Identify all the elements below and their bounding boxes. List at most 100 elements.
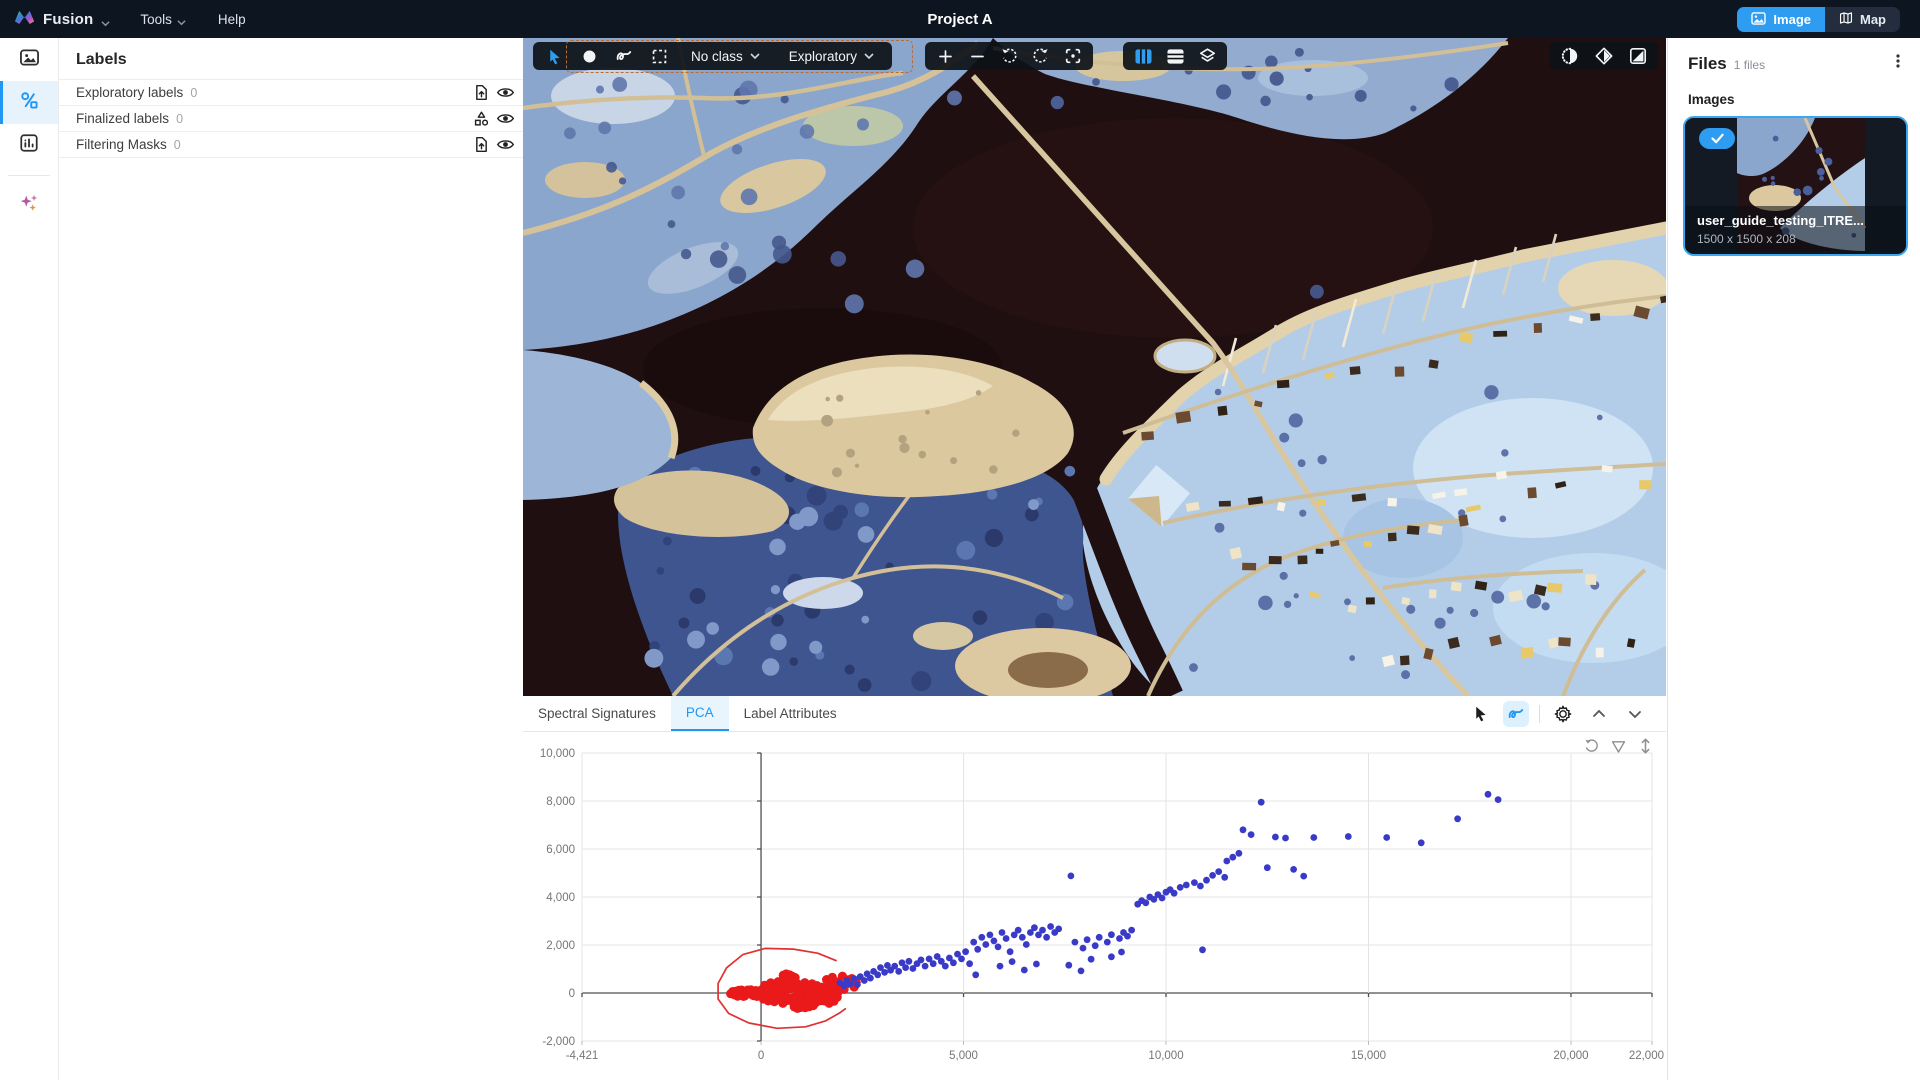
series-selected-cluster [726, 969, 861, 1013]
image-card[interactable]: user_guide_testing_ITRE... 1500 x 1500 x… [1683, 116, 1908, 256]
class-selector-label: No class [691, 49, 743, 64]
svg-text:10,000: 10,000 [1148, 1050, 1183, 1062]
svg-text:0: 0 [569, 988, 575, 1000]
tool-contrast-diamond[interactable] [1591, 43, 1617, 69]
reset-zoom-icon[interactable] [1582, 737, 1600, 755]
chart-corner-tools [1582, 737, 1654, 755]
view-toggle: Image Map [1737, 7, 1900, 32]
fusion-app: Fusion Tools Help Project A Image [0, 0, 1920, 1080]
menu-help[interactable]: Help [202, 0, 262, 38]
upload-file-icon[interactable] [471, 83, 491, 103]
app-menu[interactable]: Fusion [0, 0, 124, 38]
class-selector[interactable]: No class [681, 49, 770, 64]
upload-file-icon[interactable] [471, 135, 491, 155]
image-view-button[interactable]: Image [1737, 7, 1825, 32]
label-row-count: 0 [174, 138, 467, 152]
images-section-label: Images [1668, 74, 1920, 116]
label-row-count: 0 [176, 112, 467, 126]
tool-minus[interactable] [964, 43, 990, 69]
map-view-button[interactable]: Map [1825, 7, 1900, 32]
tool-brush-circle[interactable] [576, 43, 602, 69]
svg-text:20,000: 20,000 [1553, 1050, 1588, 1062]
tool-rotate-ccw[interactable] [996, 43, 1022, 69]
analysis-toolbar [1467, 696, 1666, 731]
v-arrows-icon[interactable] [1636, 737, 1654, 755]
series-unselected-points [837, 791, 1502, 989]
label-row[interactable]: Filtering Masks0 [59, 131, 523, 158]
label-row[interactable]: Finalized labels 0 [59, 105, 523, 131]
menu-help-label: Help [218, 12, 246, 27]
tool-cursor[interactable] [541, 43, 567, 69]
image-icon [1751, 12, 1766, 28]
label-row[interactable]: Exploratory labels0 [59, 79, 523, 105]
tool-layers[interactable] [1194, 43, 1220, 69]
tool-marquee[interactable] [646, 43, 672, 69]
svg-text:22,000: 22,000 [1629, 1050, 1664, 1062]
pca-scatter-chart[interactable]: -2,000 0 2,000 4,000 6,000 8,000 10,000 -4,421 0… [523, 731, 1666, 1080]
tool-rotate-cw[interactable] [1028, 43, 1054, 69]
view-toolbar [925, 42, 1093, 70]
eye-icon[interactable] [495, 83, 515, 103]
map-icon [1839, 11, 1853, 28]
sidebar-item-bar-chart[interactable] [0, 124, 58, 167]
eye-icon[interactable] [495, 109, 515, 129]
photo-icon [19, 48, 40, 72]
eye-icon[interactable] [495, 135, 515, 155]
selected-check-icon[interactable] [1699, 128, 1735, 149]
labels-panel: Labels Exploratory labels0Finalized labe… [59, 38, 523, 1080]
mode-selector-label: Exploratory [789, 49, 857, 64]
image-name: user_guide_testing_ITRE... [1697, 213, 1898, 228]
gear-button[interactable] [1550, 701, 1576, 727]
layout-toolbar [1123, 42, 1227, 70]
kebab-menu-icon[interactable] [1890, 53, 1908, 71]
shapes-icon[interactable] [471, 109, 491, 129]
menu-tools-label: Tools [140, 12, 172, 27]
topbar: Fusion Tools Help Project A Image [0, 0, 1920, 38]
annotation-toolbar: No class Exploratory [533, 42, 892, 70]
chevron-down-icon [177, 15, 186, 24]
svg-text:6,000: 6,000 [546, 844, 575, 856]
tool-focus-center[interactable] [1060, 43, 1086, 69]
tool-halftone[interactable] [1557, 43, 1583, 69]
files-panel: Files 1 files Images user_guide_testing_… [1667, 38, 1920, 1080]
menu-tools[interactable]: Tools [124, 0, 202, 38]
map-view-label: Map [1860, 12, 1886, 27]
labels-panel-title: Labels [59, 38, 523, 79]
satellite-image [523, 38, 1666, 696]
scatter-labels-icon [19, 90, 40, 116]
svg-text:-2,000: -2,000 [542, 1036, 575, 1048]
svg-text:2,000: 2,000 [546, 940, 575, 952]
chevron-up-button[interactable] [1586, 701, 1612, 727]
label-row-count: 0 [190, 86, 467, 100]
project-title: Project A [0, 11, 1920, 28]
tool-rows[interactable] [1162, 43, 1188, 69]
sidebar-item-sparkles[interactable] [0, 184, 58, 227]
tool-plus[interactable] [932, 43, 958, 69]
tool-columns[interactable] [1130, 43, 1156, 69]
svg-text:0: 0 [758, 1050, 764, 1062]
chevron-down-button[interactable] [1622, 701, 1648, 727]
sparkles-icon [18, 192, 40, 219]
scribble-button[interactable] [1503, 701, 1529, 727]
tool-invert-square[interactable] [1625, 43, 1651, 69]
tab-spectral-signatures[interactable]: Spectral Signatures [523, 696, 671, 731]
svg-text:4,000: 4,000 [546, 892, 575, 904]
funnel-icon[interactable] [1609, 737, 1627, 755]
tab-pca[interactable]: PCA [671, 696, 729, 731]
label-row-name: Finalized labels [76, 111, 169, 126]
image-canvas[interactable]: No class Exploratory [523, 38, 1666, 696]
fusion-logo-icon [14, 8, 35, 31]
sidebar-item-photo[interactable] [0, 38, 58, 81]
svg-text:8,000: 8,000 [546, 796, 575, 808]
sidebar-divider [8, 175, 50, 176]
chevron-down-icon [101, 15, 110, 24]
cursor-button[interactable] [1467, 701, 1493, 727]
files-panel-title: Files [1688, 54, 1727, 74]
sidebar-item-scatter-labels[interactable] [0, 81, 58, 124]
image-view-label: Image [1773, 12, 1811, 27]
tool-scribble[interactable] [611, 43, 637, 69]
svg-text:-4,421: -4,421 [566, 1050, 599, 1062]
tab-label-attributes[interactable]: Label Attributes [729, 696, 852, 731]
mode-selector[interactable]: Exploratory [779, 49, 884, 64]
app-name: Fusion [43, 11, 93, 28]
